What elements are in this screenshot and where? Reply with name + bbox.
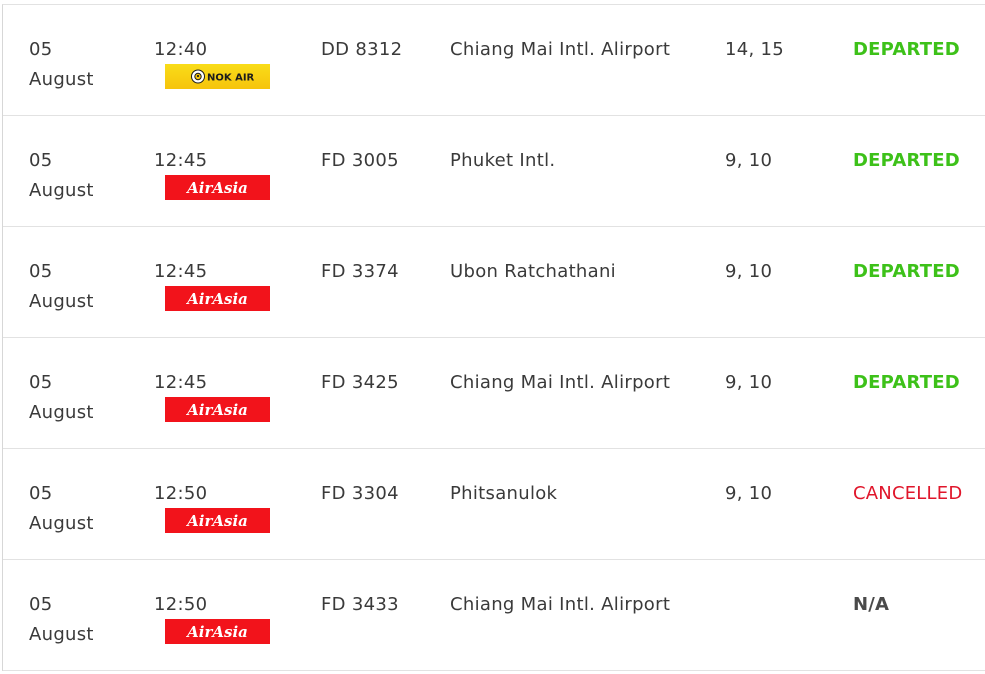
flight-number: FD 3433 bbox=[321, 594, 399, 615]
flight-time: 12:50 bbox=[154, 483, 208, 504]
flight-row[interactable]: 05 August 12:50 AirAsia FD 3433 Chiang M… bbox=[3, 560, 985, 671]
status-badge: DEPARTED bbox=[853, 39, 960, 60]
flight-row[interactable]: 05 August 12:50 AirAsia FD 3304 Phitsanu… bbox=[3, 449, 985, 560]
flight-day: 05 bbox=[29, 483, 53, 504]
flight-day: 05 bbox=[29, 261, 53, 282]
status-badge: DEPARTED bbox=[853, 150, 960, 171]
flight-month: August bbox=[29, 69, 94, 90]
flight-number: FD 3425 bbox=[321, 372, 399, 393]
flight-month: August bbox=[29, 291, 94, 312]
flight-number: FD 3005 bbox=[321, 150, 399, 171]
airasia-logo: AirAsia bbox=[165, 175, 270, 200]
flight-destination: Chiang Mai Intl. Alirport bbox=[450, 594, 671, 615]
status-badge: DEPARTED bbox=[853, 372, 960, 393]
airasia-logo-text: AirAsia bbox=[185, 512, 248, 530]
nok-air-logo-text: NOK AIR bbox=[207, 73, 255, 84]
flight-number: DD 8312 bbox=[321, 39, 403, 60]
flight-day: 05 bbox=[29, 594, 53, 615]
airasia-logo-text: AirAsia bbox=[185, 179, 248, 197]
status-badge: CANCELLED bbox=[853, 483, 963, 504]
status-badge: N/A bbox=[853, 594, 890, 615]
flight-number: FD 3374 bbox=[321, 261, 399, 282]
flight-date: 05 August bbox=[29, 35, 139, 95]
airasia-logo: AirAsia bbox=[165, 619, 270, 644]
airasia-logo: AirAsia bbox=[165, 286, 270, 311]
flight-destination: Phuket Intl. bbox=[450, 150, 556, 171]
flight-month: August bbox=[29, 624, 94, 645]
flight-destination: Chiang Mai Intl. Alirport bbox=[450, 372, 671, 393]
flight-gate: 14, 15 bbox=[725, 39, 785, 60]
flight-row[interactable]: 05 August 12:45 AirAsia FD 3005 Phuket I… bbox=[3, 116, 985, 227]
flight-destination: Ubon Ratchathani bbox=[450, 261, 616, 282]
flight-destination: Chiang Mai Intl. Alirport bbox=[450, 39, 671, 60]
flight-time: 12:50 bbox=[154, 594, 208, 615]
flight-date: 05 August bbox=[29, 257, 139, 317]
flight-gate: 9, 10 bbox=[725, 372, 773, 393]
flight-number: FD 3304 bbox=[321, 483, 399, 504]
flight-date: 05 August bbox=[29, 590, 139, 650]
flight-day: 05 bbox=[29, 372, 53, 393]
flight-time: 12:45 bbox=[154, 372, 208, 393]
flight-time: 12:40 bbox=[154, 39, 208, 60]
airasia-logo: AirAsia bbox=[165, 508, 270, 533]
airasia-logo-text: AirAsia bbox=[185, 290, 248, 308]
flight-month: August bbox=[29, 180, 94, 201]
flight-month: August bbox=[29, 402, 94, 423]
airasia-logo-text: AirAsia bbox=[185, 401, 248, 419]
flight-month: August bbox=[29, 513, 94, 534]
airasia-logo: AirAsia bbox=[165, 397, 270, 422]
flight-day: 05 bbox=[29, 150, 53, 171]
flight-date: 05 August bbox=[29, 368, 139, 428]
flight-gate: 9, 10 bbox=[725, 483, 773, 504]
flight-board: 05 August 12:40 NOK AIR DD 8312 Chiang M… bbox=[2, 4, 985, 671]
flight-row[interactable]: 05 August 12:40 NOK AIR DD 8312 Chiang M… bbox=[3, 5, 985, 116]
flight-date: 05 August bbox=[29, 146, 139, 206]
flight-time: 12:45 bbox=[154, 150, 208, 171]
nok-air-logo: NOK AIR bbox=[165, 64, 270, 89]
flight-time: 12:45 bbox=[154, 261, 208, 282]
flight-row[interactable]: 05 August 12:45 AirAsia FD 3425 Chiang M… bbox=[3, 338, 985, 449]
flight-destination: Phitsanulok bbox=[450, 483, 558, 504]
flight-day: 05 bbox=[29, 39, 53, 60]
flight-gate: 9, 10 bbox=[725, 150, 773, 171]
status-badge: DEPARTED bbox=[853, 261, 960, 282]
flight-date: 05 August bbox=[29, 479, 139, 539]
flight-gate: 9, 10 bbox=[725, 261, 773, 282]
airasia-logo-text: AirAsia bbox=[185, 623, 248, 641]
flight-row[interactable]: 05 August 12:45 AirAsia FD 3374 Ubon Rat… bbox=[3, 227, 985, 338]
